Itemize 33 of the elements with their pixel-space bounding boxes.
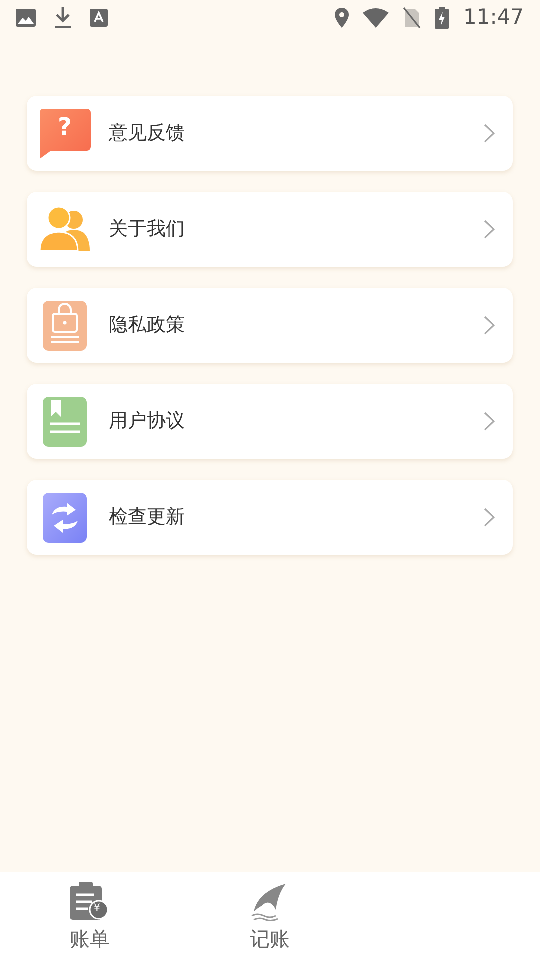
clipboard-icon <box>70 882 110 920</box>
download-icon <box>54 7 72 29</box>
chevron-right-icon <box>484 220 495 239</box>
tab-item[interactable]: 记账 <box>180 872 360 960</box>
no-sim-icon <box>403 7 422 29</box>
question-mark: ? <box>58 112 72 142</box>
menu-item[interactable]: 用户协议 <box>27 384 513 459</box>
yen-sign: ¥ <box>94 902 100 916</box>
people-icon <box>40 206 90 252</box>
font-icon <box>90 9 108 27</box>
tab-item[interactable]: ¥ 账单 <box>0 872 180 960</box>
menu-label: 关于我们 <box>109 217 186 242</box>
menu-label: 意见反馈 <box>109 121 186 146</box>
chevron-right-icon <box>484 412 495 431</box>
menu-item[interactable]: 关于我们 <box>27 192 513 267</box>
menu-item[interactable]: 检查更新 <box>27 480 513 555</box>
menu-label: 用户协议 <box>109 409 186 434</box>
menu-label: 隐私政策 <box>109 313 186 338</box>
location-icon <box>335 8 350 28</box>
chevron-right-icon <box>484 316 495 335</box>
image-icon <box>16 9 36 27</box>
refresh-icon <box>43 492 87 542</box>
wifi-icon <box>363 8 390 28</box>
clock-time: 11:47 <box>463 4 524 32</box>
menu-item[interactable]: ? 意见反馈 <box>27 96 513 171</box>
battery-charging-icon <box>435 7 450 29</box>
chevron-right-icon <box>484 508 495 527</box>
lock-document-icon <box>43 300 87 350</box>
chevron-right-icon <box>484 124 495 143</box>
question-bubble-icon <box>39 108 91 158</box>
menu-label: 检查更新 <box>109 505 186 530</box>
bookmark-document-icon <box>43 396 87 446</box>
menu-item[interactable]: 隐私政策 <box>27 288 513 363</box>
